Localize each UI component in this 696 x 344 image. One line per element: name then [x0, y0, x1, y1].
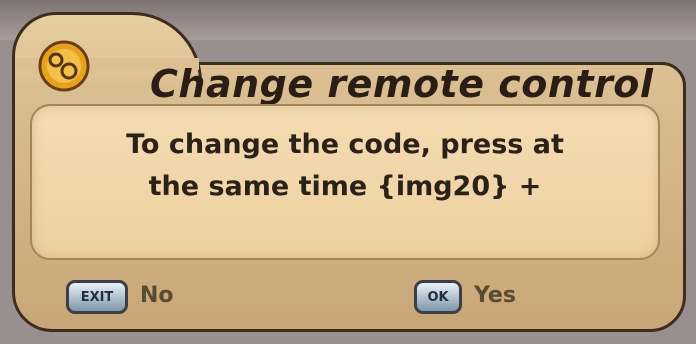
message-line-1: To change the code, press at — [126, 129, 564, 160]
yes-button-label[interactable]: Yes — [474, 283, 516, 308]
exit-key-button[interactable]: EXIT — [66, 280, 128, 314]
ok-key-button[interactable]: OK — [414, 280, 462, 314]
gear-icon — [38, 40, 90, 92]
ok-key-label: OK — [427, 289, 449, 305]
no-button-label[interactable]: No — [140, 283, 174, 308]
exit-key-label: EXIT — [80, 289, 114, 305]
message-line-2: the same time {img20} + — [148, 171, 542, 202]
message-text: To change the code, press at the same ti… — [40, 124, 650, 208]
